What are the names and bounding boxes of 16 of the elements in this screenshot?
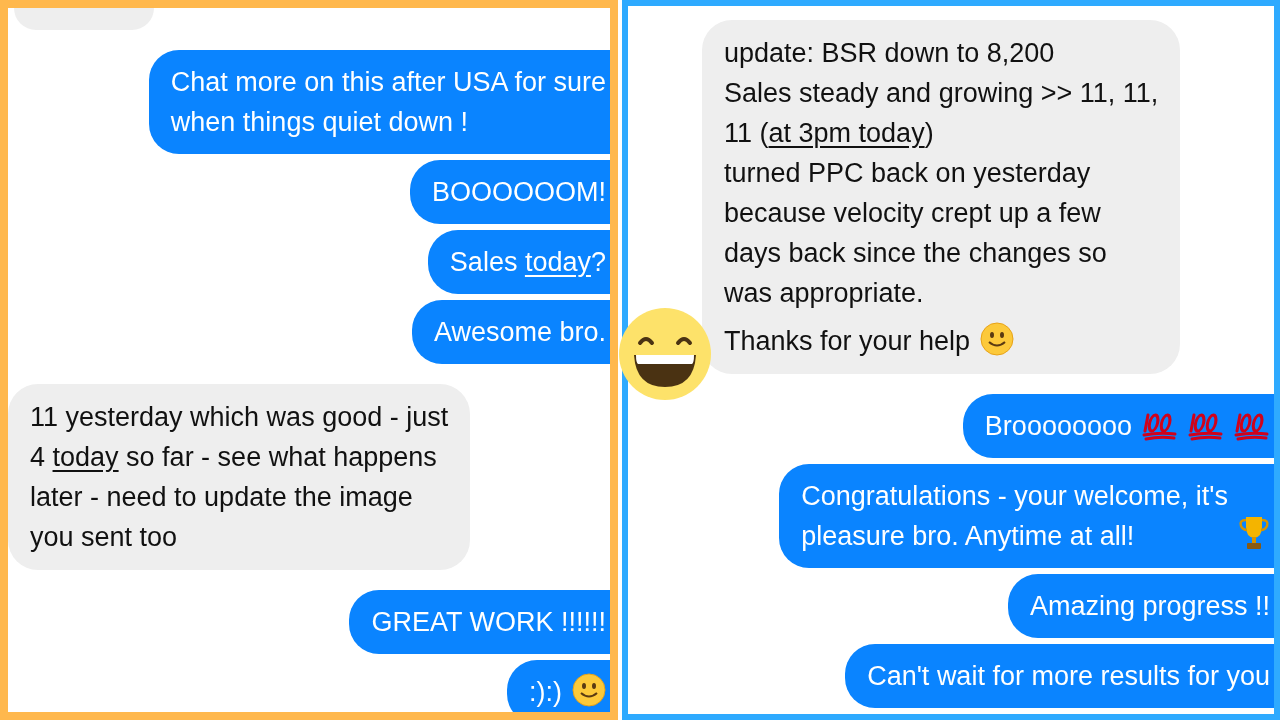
message-text: :):) — [529, 676, 562, 709]
message-text: GREAT WORK !!!!!! — [371, 606, 606, 639]
message-text: Amazing progress !! — [1029, 590, 1270, 623]
message-text: Congratulations - your welcome, it's pleasure bro. Anytime at all! — [801, 480, 1228, 553]
message-text: 11 yesterday which was good - just 4 today so far - see what happens later - need to update the image you sent too — [30, 401, 449, 554]
message-text: BOOOOOOM! — [432, 176, 606, 209]
message-text: update: BSR down to 8,200 Sales steady and growing >> 11, 11, 11 (at 3pm today) turned PPC back on yesterday because velocity crept up a few days back since the changes so was appropriate. — [724, 37, 1159, 310]
message-text: Awesome bro. — [433, 316, 606, 349]
smiley-icon — [572, 673, 606, 707]
message-text: Can't wait for more results for you — [867, 660, 1270, 693]
message-text: Sales today? — [449, 246, 606, 279]
message-text: Thanks for your help — [724, 325, 971, 358]
trophy-icon — [1238, 515, 1270, 551]
smiley-icon — [980, 322, 1015, 356]
message-text: Broooooooo — [984, 410, 1132, 443]
message-text: Chat more on this after USA for sure when things quiet down ! — [170, 66, 606, 139]
